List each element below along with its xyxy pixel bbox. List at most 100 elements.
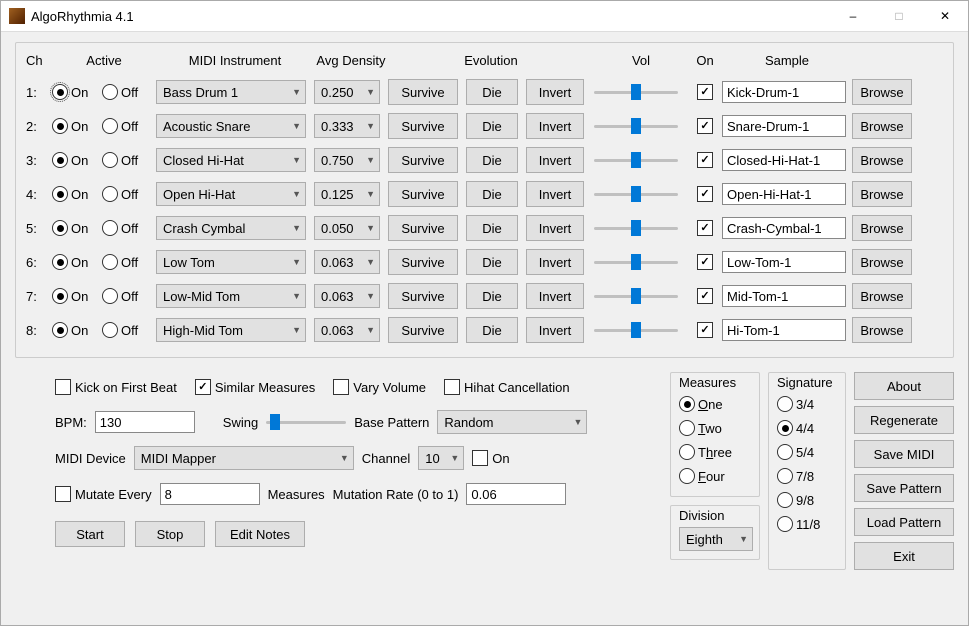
sample-on-checkbox[interactable] [688, 220, 722, 236]
volume-slider[interactable] [594, 116, 678, 136]
sig-3-4-radio[interactable]: 3/4 [777, 392, 814, 416]
sample-name-input[interactable]: Mid-Tom-1 [722, 285, 846, 307]
active-on-radio[interactable]: On [52, 152, 102, 168]
measures-one-radio[interactable]: One [679, 392, 723, 416]
die-button[interactable]: Die [466, 113, 518, 139]
die-button[interactable]: Die [466, 283, 518, 309]
instrument-dropdown[interactable]: Acoustic Snare▼ [156, 114, 306, 138]
regenerate-button[interactable]: Regenerate [854, 406, 954, 434]
density-dropdown[interactable]: 0.250▼ [314, 80, 380, 104]
sample-name-input[interactable]: Open-Hi-Hat-1 [722, 183, 846, 205]
survive-button[interactable]: Survive [388, 283, 458, 309]
active-off-radio[interactable]: Off [102, 288, 156, 304]
active-off-radio[interactable]: Off [102, 118, 156, 134]
mutate-every-input[interactable]: 8 [160, 483, 260, 505]
invert-button[interactable]: Invert [526, 215, 584, 241]
die-button[interactable]: Die [466, 215, 518, 241]
browse-button[interactable]: Browse [852, 79, 912, 105]
sample-name-input[interactable]: Hi-Tom-1 [722, 319, 846, 341]
measures-four-radio[interactable]: Four [679, 464, 725, 488]
volume-slider[interactable] [594, 252, 678, 272]
volume-slider[interactable] [594, 218, 678, 238]
active-on-radio[interactable]: On [52, 84, 102, 100]
hihat-cancellation-checkbox[interactable]: Hihat Cancellation [444, 379, 570, 395]
sig-7-8-radio[interactable]: 7/8 [777, 464, 814, 488]
invert-button[interactable]: Invert [526, 181, 584, 207]
survive-button[interactable]: Survive [388, 79, 458, 105]
sample-name-input[interactable]: Snare-Drum-1 [722, 115, 846, 137]
survive-button[interactable]: Survive [388, 317, 458, 343]
instrument-dropdown[interactable]: Low-Mid Tom▼ [156, 284, 306, 308]
vary-volume-checkbox[interactable]: Vary Volume [333, 379, 426, 395]
density-dropdown[interactable]: 0.063▼ [314, 318, 380, 342]
instrument-dropdown[interactable]: Bass Drum 1▼ [156, 80, 306, 104]
sample-on-checkbox[interactable] [688, 118, 722, 134]
survive-button[interactable]: Survive [388, 215, 458, 241]
base-pattern-dropdown[interactable]: Random▼ [437, 410, 587, 434]
sample-on-checkbox[interactable] [688, 322, 722, 338]
invert-button[interactable]: Invert [526, 317, 584, 343]
about-button[interactable]: About [854, 372, 954, 400]
load-pattern-button[interactable]: Load Pattern [854, 508, 954, 536]
sample-name-input[interactable]: Closed-Hi-Hat-1 [722, 149, 846, 171]
volume-slider[interactable] [594, 150, 678, 170]
volume-slider[interactable] [594, 82, 678, 102]
survive-button[interactable]: Survive [388, 181, 458, 207]
kick-first-beat-checkbox[interactable]: Kick on First Beat [55, 379, 177, 395]
close-button[interactable]: ✕ [922, 1, 968, 31]
sig-4-4-radio[interactable]: 4/4 [777, 416, 814, 440]
volume-slider[interactable] [594, 286, 678, 306]
invert-button[interactable]: Invert [526, 79, 584, 105]
active-on-radio[interactable]: On [52, 322, 102, 338]
instrument-dropdown[interactable]: Low Tom▼ [156, 250, 306, 274]
density-dropdown[interactable]: 0.050▼ [314, 216, 380, 240]
save-pattern-button[interactable]: Save Pattern [854, 474, 954, 502]
active-off-radio[interactable]: Off [102, 254, 156, 270]
measures-two-radio[interactable]: Two [679, 416, 722, 440]
active-off-radio[interactable]: Off [102, 322, 156, 338]
active-on-radio[interactable]: On [52, 118, 102, 134]
bpm-input[interactable]: 130 [95, 411, 195, 433]
sample-on-checkbox[interactable] [688, 186, 722, 202]
sample-on-checkbox[interactable] [688, 84, 722, 100]
die-button[interactable]: Die [466, 147, 518, 173]
volume-slider[interactable] [594, 184, 678, 204]
mutation-rate-input[interactable]: 0.06 [466, 483, 566, 505]
active-off-radio[interactable]: Off [102, 186, 156, 202]
sample-on-checkbox[interactable] [688, 254, 722, 270]
survive-button[interactable]: Survive [388, 113, 458, 139]
browse-button[interactable]: Browse [852, 113, 912, 139]
density-dropdown[interactable]: 0.125▼ [314, 182, 380, 206]
similar-measures-checkbox[interactable]: Similar Measures [195, 379, 315, 395]
die-button[interactable]: Die [466, 249, 518, 275]
density-dropdown[interactable]: 0.063▼ [314, 284, 380, 308]
sig-5-4-radio[interactable]: 5/4 [777, 440, 814, 464]
browse-button[interactable]: Browse [852, 181, 912, 207]
browse-button[interactable]: Browse [852, 249, 912, 275]
instrument-dropdown[interactable]: Closed Hi-Hat▼ [156, 148, 306, 172]
midi-on-checkbox[interactable]: On [472, 450, 509, 466]
edit-notes-button[interactable]: Edit Notes [215, 521, 305, 547]
invert-button[interactable]: Invert [526, 113, 584, 139]
invert-button[interactable]: Invert [526, 147, 584, 173]
browse-button[interactable]: Browse [852, 147, 912, 173]
start-button[interactable]: Start [55, 521, 125, 547]
sig-11-8-radio[interactable]: 11/8 [777, 512, 820, 536]
active-on-radio[interactable]: On [52, 254, 102, 270]
browse-button[interactable]: Browse [852, 283, 912, 309]
browse-button[interactable]: Browse [852, 317, 912, 343]
active-on-radio[interactable]: On [52, 186, 102, 202]
save-midi-button[interactable]: Save MIDI [854, 440, 954, 468]
invert-button[interactable]: Invert [526, 249, 584, 275]
instrument-dropdown[interactable]: Crash Cymbal▼ [156, 216, 306, 240]
density-dropdown[interactable]: 0.333▼ [314, 114, 380, 138]
active-on-radio[interactable]: On [52, 288, 102, 304]
division-dropdown[interactable]: Eighth▼ [679, 527, 753, 551]
sample-on-checkbox[interactable] [688, 288, 722, 304]
browse-button[interactable]: Browse [852, 215, 912, 241]
minimize-button[interactable]: – [830, 1, 876, 31]
density-dropdown[interactable]: 0.750▼ [314, 148, 380, 172]
midi-device-dropdown[interactable]: MIDI Mapper▼ [134, 446, 354, 470]
instrument-dropdown[interactable]: High-Mid Tom▼ [156, 318, 306, 342]
exit-button[interactable]: Exit [854, 542, 954, 570]
